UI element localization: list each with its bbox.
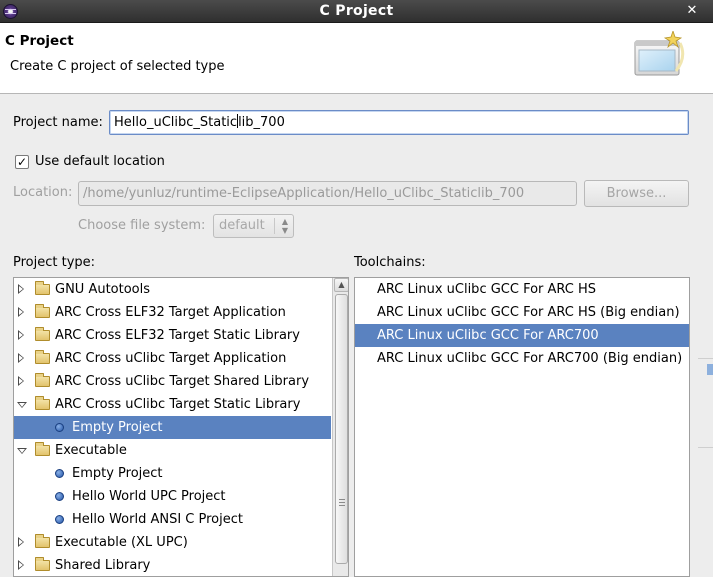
toolchains-list[interactable]: ARC Linux uClibc GCC For ARC HS ARC Linux… — [354, 277, 690, 577]
chevron-right-icon[interactable] — [18, 537, 24, 547]
tree-item-row[interactable]: Hello World UPC Project — [14, 485, 331, 508]
tree-folder-row[interactable]: ARC Cross ELF32 Target Application — [14, 301, 331, 324]
tree-item-row[interactable]: Empty Project — [14, 462, 331, 485]
project-template-icon — [55, 492, 64, 501]
folder-icon — [35, 304, 50, 318]
chevron-right-icon[interactable] — [18, 307, 24, 317]
background-window-edge — [707, 94, 713, 569]
tree-folder-row[interactable]: ARC Cross uClibc Target Static Library — [14, 393, 331, 416]
page-description: Create C project of selected type — [10, 59, 225, 74]
toolchains-label: Toolchains: — [354, 255, 426, 270]
file-system-select[interactable]: default ▲ ▼ — [213, 214, 294, 238]
tree-item-label: Executable (XL UPC) — [55, 535, 188, 550]
file-system-label: Choose file system: — [78, 218, 206, 233]
toolchain-list-item[interactable]: ARC Linux uClibc GCC For ARC HS (Big end… — [355, 301, 689, 324]
up-down-arrows-icon: ▲ ▼ — [281, 217, 288, 235]
tree-item-label: Empty Project — [72, 466, 163, 481]
window-title: C Project — [319, 3, 394, 19]
folder-icon — [35, 442, 50, 456]
tree-folder-row[interactable]: Shared Library — [14, 554, 331, 576]
background-window-selection — [707, 364, 713, 375]
page-title: C Project — [5, 33, 74, 49]
tree-item-label: ARC Cross uClibc Target Shared Library — [55, 374, 310, 389]
chevron-down-icon[interactable] — [17, 448, 27, 454]
project-name-text-before-caret: Hello_uClibc_Static — [114, 115, 238, 130]
project-template-icon — [55, 469, 64, 478]
tree-vertical-scrollbar[interactable]: ▲ — [332, 278, 348, 576]
project-name-label: Project name: — [13, 115, 103, 130]
chevron-right-icon[interactable] — [18, 353, 24, 363]
close-icon[interactable]: ✕ — [684, 3, 700, 19]
chevron-right-icon[interactable] — [18, 376, 24, 386]
folder-icon — [35, 281, 50, 295]
tree-folder-row[interactable]: ARC Cross ELF32 Target Static Library — [14, 324, 331, 347]
folder-icon — [35, 396, 50, 410]
project-type-label: Project type: — [13, 255, 96, 270]
location-input[interactable]: /home/yunluz/runtime-EclipseApplication/… — [78, 181, 577, 206]
project-name-text-after-caret: lib_700 — [238, 115, 285, 130]
window-titlebar[interactable]: C Project ✕ — [0, 0, 713, 23]
tree-item-label: GNU Autotools — [55, 282, 151, 297]
tree-folder-row[interactable]: Executable — [14, 439, 331, 462]
toolchain-list-item[interactable]: ARC Linux uClibc GCC For ARC700 (Big end… — [355, 347, 689, 370]
tree-item-label: Empty Project — [72, 420, 163, 435]
chevron-right-icon[interactable] — [18, 330, 24, 340]
tree-item-label: Executable — [55, 443, 127, 458]
folder-icon — [35, 557, 50, 571]
folder-icon — [35, 373, 50, 387]
divider — [698, 358, 713, 359]
scrollbar-grip-icon — [339, 499, 345, 506]
new-project-wizard-icon — [634, 31, 685, 76]
toolchain-list-item[interactable]: ARC Linux uClibc GCC For ARC HS — [355, 278, 689, 301]
divider — [698, 447, 713, 448]
scrollbar-thumb[interactable] — [335, 294, 348, 564]
tree-folder-row[interactable]: ARC Cross uClibc Target Application — [14, 347, 331, 370]
project-template-icon — [55, 515, 64, 524]
folder-icon — [35, 534, 50, 548]
tree-item-label: Hello World UPC Project — [72, 489, 226, 504]
tree-folder-row[interactable]: ARC Cross uClibc Target Shared Library — [14, 370, 331, 393]
location-label: Location: — [13, 185, 73, 200]
use-default-location-checkbox[interactable]: ✓ — [15, 155, 29, 169]
tree-folder-row[interactable]: Executable (XL UPC) — [14, 531, 331, 554]
tree-folder-row[interactable]: GNU Autotools — [14, 278, 331, 301]
chevron-right-icon[interactable] — [18, 284, 24, 294]
scroll-up-arrow-icon[interactable]: ▲ — [334, 278, 348, 292]
tree-item-label: ARC Cross uClibc Target Application — [55, 351, 287, 366]
project-name-input[interactable]: Hello_uClibc_Staticlib_700 — [109, 110, 689, 135]
tree-item-label: Hello World ANSI C Project — [72, 512, 243, 527]
folder-icon — [35, 327, 50, 341]
tree-item-row[interactable]: Hello World ANSI C Project — [14, 508, 331, 531]
folder-icon — [35, 350, 50, 364]
project-template-icon — [55, 423, 64, 432]
tree-item-label: ARC Cross uClibc Target Static Library — [55, 397, 301, 412]
toolchain-list-item[interactable]: ARC Linux uClibc GCC For ARC700 — [355, 324, 689, 347]
use-default-location-label[interactable]: Use default location — [35, 154, 165, 169]
tree-item-label: Shared Library — [55, 558, 151, 573]
select-separator — [274, 218, 275, 234]
chevron-down-icon[interactable] — [17, 402, 27, 408]
tree-item-label: ARC Cross ELF32 Target Static Library — [55, 328, 300, 343]
tree-item-label: ARC Cross ELF32 Target Application — [55, 305, 286, 320]
wizard-header: C Project Create C project of selected t… — [0, 23, 713, 94]
project-type-tree[interactable]: GNU Autotools ARC Cross ELF32 Target Appl… — [13, 277, 349, 577]
file-system-value: default — [219, 218, 265, 233]
tree-item-row[interactable]: Empty Project — [14, 416, 331, 439]
browse-button[interactable]: Browse... — [584, 180, 689, 207]
